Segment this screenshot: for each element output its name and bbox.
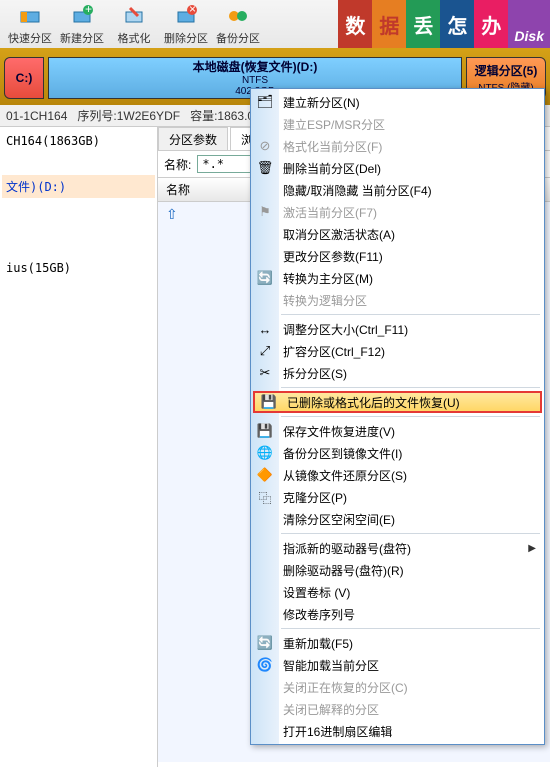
menu-open-hex[interactable]: 打开16进制扇区编辑 bbox=[251, 720, 544, 742]
menu-delete-current[interactable]: 🗑删除当前分区(Del) bbox=[251, 157, 544, 179]
quick-partition-button[interactable]: 快速分区 bbox=[4, 4, 56, 48]
format-icon bbox=[122, 4, 146, 28]
banner: 数 据 丢 怎 办 Disk bbox=[338, 0, 550, 48]
tool-label: 备份分区 bbox=[216, 30, 260, 46]
backup-partition-button[interactable]: 备份分区 bbox=[212, 4, 264, 48]
menu-assign-drive[interactable]: 指派新的驱动器号(盘符)▶ bbox=[251, 537, 544, 559]
extend-icon: ⤢ bbox=[256, 342, 274, 360]
tab-params[interactable]: 分区参数 bbox=[158, 127, 228, 150]
menu-format-current[interactable]: ⊘格式化当前分区(F) bbox=[251, 135, 544, 157]
clone-icon: ⿻ bbox=[256, 488, 274, 506]
tree-partition-d[interactable]: 文件)(D:) bbox=[2, 175, 155, 198]
banner-char: 办 bbox=[474, 0, 508, 48]
menu-new-partition[interactable]: 🗂建立新分区(N) bbox=[251, 91, 544, 113]
banner-char: 数 bbox=[338, 0, 372, 48]
menu-extend[interactable]: ⤢扩容分区(Ctrl_F12) bbox=[251, 340, 544, 362]
menu-separator bbox=[281, 314, 540, 315]
serial-label: 序列号:1W2E6YDF bbox=[77, 107, 180, 124]
menu-change-params[interactable]: 更改分区参数(F11) bbox=[251, 245, 544, 267]
menu-restore-from-image[interactable]: 🔶从镜像文件还原分区(S) bbox=[251, 464, 544, 486]
menu-to-primary[interactable]: 🔄转换为主分区(M) bbox=[251, 267, 544, 289]
menu-recover-files[interactable]: 💾已删除或格式化后的文件恢复(U) bbox=[253, 391, 542, 413]
smart-icon: 🌀 bbox=[256, 656, 274, 674]
svg-text:+: + bbox=[85, 4, 92, 16]
model-suffix: 01-1CH164 bbox=[6, 109, 67, 123]
activate-icon: ⚑ bbox=[256, 203, 274, 221]
menu-separator bbox=[281, 533, 540, 534]
tool-label: 格式化 bbox=[118, 30, 151, 46]
partition-c[interactable]: C:) bbox=[4, 57, 44, 99]
menu-clear-free[interactable]: 清除分区空闲空间(E) bbox=[251, 508, 544, 530]
quick-partition-icon bbox=[18, 4, 42, 28]
delete-partition-icon: × bbox=[174, 4, 198, 28]
partition-label: 逻辑分区(5) bbox=[467, 62, 545, 79]
menu-hide-unhide[interactable]: 隐藏/取消隐藏 当前分区(F4) bbox=[251, 179, 544, 201]
menu-backup-to-image[interactable]: 🌐备份分区到镜像文件(I) bbox=[251, 442, 544, 464]
tool-label: 删除分区 bbox=[164, 30, 208, 46]
trash-icon: 🗑 bbox=[256, 159, 274, 177]
menu-separator bbox=[281, 628, 540, 629]
menu-separator bbox=[281, 416, 540, 417]
tree-disk[interactable]: CH164(1863GB) bbox=[2, 131, 155, 151]
partition-label: C:) bbox=[5, 71, 43, 85]
partition-fs: NTFS bbox=[49, 75, 461, 86]
format-button[interactable]: 格式化 bbox=[108, 4, 160, 48]
reload-icon: 🔄 bbox=[256, 634, 274, 652]
menu-resize[interactable]: ↔调整分区大小(Ctrl_F11) bbox=[251, 318, 544, 340]
disk-tree: CH164(1863GB) 文件)(D:) ius(15GB) bbox=[0, 127, 158, 767]
menu-to-logical[interactable]: 转换为逻辑分区 bbox=[251, 289, 544, 311]
banner-char: 丢 bbox=[406, 0, 440, 48]
backup-icon: 🌐 bbox=[256, 444, 274, 462]
tree-logical[interactable]: ius(15GB) bbox=[2, 258, 155, 278]
new-partition-icon: + bbox=[70, 4, 94, 28]
tool-label: 快速分区 bbox=[8, 30, 52, 46]
backup-partition-icon bbox=[226, 4, 250, 28]
menu-save-progress[interactable]: 💾保存文件恢复进度(V) bbox=[251, 420, 544, 442]
format-icon: ⊘ bbox=[256, 137, 274, 155]
split-icon: ✂ bbox=[256, 364, 274, 382]
banner-char: 据 bbox=[372, 0, 406, 48]
partition-icon: 🗂 bbox=[256, 93, 274, 111]
menu-edit-serial[interactable]: 修改卷序列号 bbox=[251, 603, 544, 625]
new-partition-button[interactable]: + 新建分区 bbox=[56, 4, 108, 48]
convert-icon: 🔄 bbox=[256, 269, 274, 287]
restore-icon: 🔶 bbox=[256, 466, 274, 484]
filter-name-label: 名称: bbox=[164, 156, 191, 173]
context-menu: 🗂建立新分区(N) 建立ESP/MSR分区 ⊘格式化当前分区(F) 🗑删除当前分… bbox=[250, 88, 545, 745]
menu-remove-drive[interactable]: 删除驱动器号(盘符)(R) bbox=[251, 559, 544, 581]
partition-label: 本地磁盘(恢复文件)(D:) bbox=[49, 58, 461, 75]
menu-split[interactable]: ✂拆分分区(S) bbox=[251, 362, 544, 384]
menu-set-label[interactable]: 设置卷标 (V) bbox=[251, 581, 544, 603]
menu-smart-load[interactable]: 🌀智能加载当前分区 bbox=[251, 654, 544, 676]
svg-text:×: × bbox=[189, 4, 196, 16]
menu-reload[interactable]: 🔄重新加载(F5) bbox=[251, 632, 544, 654]
menu-esp-msr[interactable]: 建立ESP/MSR分区 bbox=[251, 113, 544, 135]
disk-logo: Disk bbox=[508, 0, 550, 48]
resize-icon: ↔ bbox=[256, 320, 274, 338]
submenu-arrow-icon: ▶ bbox=[528, 543, 536, 554]
save-icon: 💾 bbox=[256, 422, 274, 440]
menu-cancel-activate[interactable]: 取消分区激活状态(A) bbox=[251, 223, 544, 245]
delete-partition-button[interactable]: × 删除分区 bbox=[160, 4, 212, 48]
banner-char: 怎 bbox=[440, 0, 474, 48]
tool-label: 新建分区 bbox=[60, 30, 104, 46]
menu-activate[interactable]: ⚑激活当前分区(F7) bbox=[251, 201, 544, 223]
menu-close-parsed[interactable]: 关闭已解释的分区 bbox=[251, 698, 544, 720]
up-folder-icon[interactable]: ⇧ bbox=[166, 206, 178, 222]
recover-icon: 💾 bbox=[260, 393, 278, 411]
menu-separator bbox=[281, 387, 540, 388]
menu-close-recovering[interactable]: 关闭正在恢复的分区(C) bbox=[251, 676, 544, 698]
filter-input[interactable] bbox=[197, 155, 257, 173]
menu-clone[interactable]: ⿻克隆分区(P) bbox=[251, 486, 544, 508]
